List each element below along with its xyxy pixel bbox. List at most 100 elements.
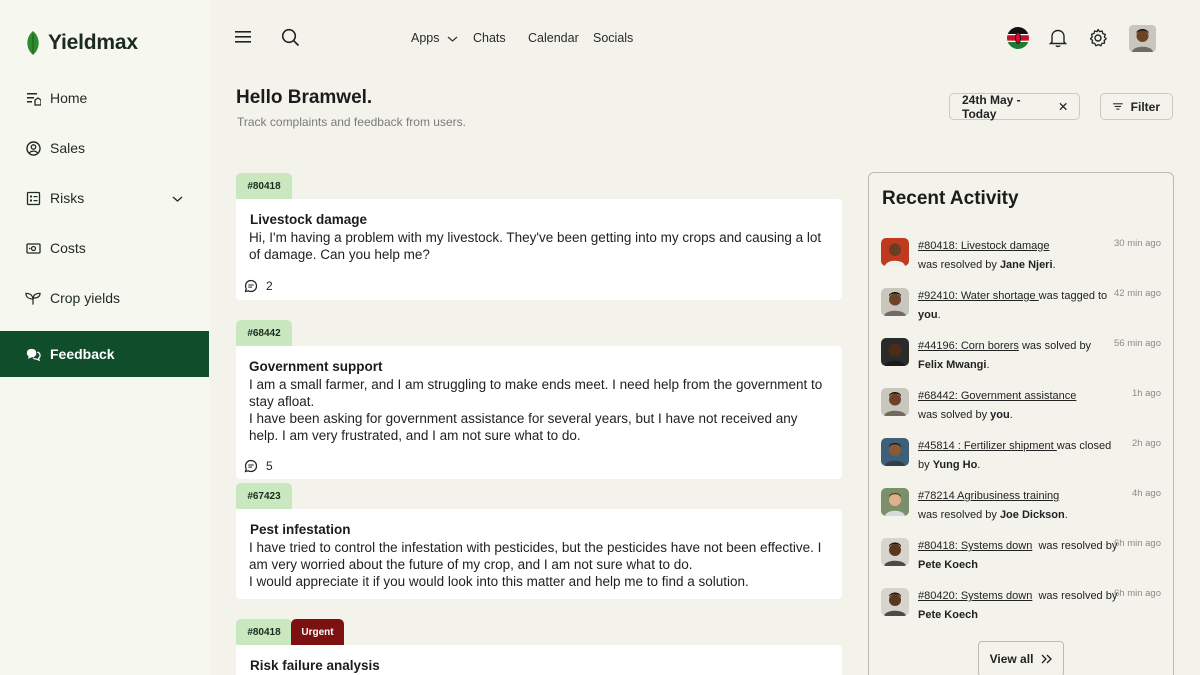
- close-icon[interactable]: [1059, 102, 1067, 111]
- avatar: [881, 438, 909, 466]
- feedback-card[interactable]: Government support I am a small farmer, …: [236, 346, 842, 479]
- activity-ticket-link[interactable]: #80418: Systems down: [918, 540, 1032, 552]
- comments-count[interactable]: 2: [244, 279, 273, 293]
- feedback-body: I have tried to control the infestation …: [249, 539, 824, 590]
- feedback-body-line: I am a small farmer, and I am struggling…: [249, 377, 823, 409]
- topnav-socials[interactable]: Socials: [593, 31, 633, 45]
- avatar-icon: [881, 438, 909, 466]
- sidebar-item-label: Sales: [50, 140, 86, 156]
- avatar-icon: [881, 238, 909, 266]
- activity-actor: Joe Dickson: [999, 509, 1065, 521]
- activity-ticket-link[interactable]: #92410: Water shortage: [918, 290, 1039, 302]
- page-subtitle: Track complaints and feedback from users…: [237, 115, 466, 129]
- activity-ticket-link[interactable]: #80418: Livestock damage: [918, 240, 1049, 252]
- activity-item: #80418: Systems down was resolved by Pet…: [881, 537, 1161, 577]
- comments-count[interactable]: 5: [244, 459, 273, 473]
- avatar-icon: [881, 288, 909, 316]
- topnav-chats[interactable]: Chats: [473, 31, 506, 45]
- date-range-filter[interactable]: 24th May - Today: [949, 92, 1080, 121]
- bell-icon: [1049, 29, 1067, 48]
- language-flag-button[interactable]: [1007, 27, 1029, 49]
- menu-button[interactable]: [234, 29, 252, 44]
- topnav-label: Socials: [593, 31, 634, 45]
- activity-action: was solved by: [1021, 340, 1092, 352]
- recent-activity-panel: Recent Activity #80418: Livestock damage…: [868, 172, 1174, 675]
- brand-logo[interactable]: Yieldmax: [26, 30, 138, 56]
- avatar: [881, 588, 909, 616]
- sidebar-item-label: Costs: [50, 240, 86, 256]
- sidebar-item-sales[interactable]: Sales: [0, 125, 209, 171]
- activity-time: 56 min ago: [1113, 338, 1161, 349]
- activity-action: was resolved by: [918, 259, 997, 271]
- user-circle-icon: [25, 140, 41, 156]
- activity-action: was solved by: [918, 409, 988, 421]
- sidebar-item-home[interactable]: Home: [0, 75, 209, 121]
- topnav-calendar[interactable]: Calendar: [528, 31, 579, 45]
- sidebar-item-costs[interactable]: Costs: [0, 225, 209, 271]
- hamburger-menu-icon: [235, 31, 251, 43]
- feedback-card[interactable]: Pest infestation I have tried to control…: [236, 509, 842, 599]
- feedback-body-line: I would appreciate it if you would look …: [249, 574, 749, 589]
- activity-actor: Jane Njeri: [999, 259, 1053, 271]
- activity-time: 1h ago: [1131, 388, 1161, 399]
- sprout-icon: [25, 290, 41, 306]
- activity-actor: you: [990, 409, 1010, 421]
- topnav-label: Chats: [473, 31, 506, 45]
- activity-ticket-link[interactable]: #68442: Government assistance: [918, 390, 1076, 402]
- activity-ticket-link[interactable]: #78214 Agribusiness training: [918, 490, 1059, 502]
- topnav-apps[interactable]: Apps: [411, 31, 459, 45]
- activity-time: 2h ago: [1131, 438, 1161, 449]
- feedback-card[interactable]: Risk failure analysis: [236, 645, 842, 675]
- date-range-label: 24th May - Today: [962, 92, 1021, 121]
- sidebar-item-risks[interactable]: Risks: [0, 175, 209, 221]
- activity-actor: Pete Koech: [918, 559, 978, 571]
- topnav-label: Apps: [411, 31, 440, 45]
- avatar-icon: [1129, 25, 1156, 52]
- chevron-down-icon: [447, 36, 457, 42]
- chat-bubbles-icon: [25, 346, 41, 362]
- activity-actor: you: [918, 309, 938, 321]
- feedback-body: Hi, I'm having a problem with my livesto…: [249, 230, 822, 262]
- feedback-body-line: I have tried to control the infestation …: [249, 540, 822, 572]
- ticket-id-tag: #80418: [236, 173, 292, 199]
- activity-time: 30 min ago: [1113, 238, 1161, 249]
- sidebar-item-feedback[interactable]: Feedback: [0, 331, 209, 377]
- double-chevron-right-icon: [1041, 654, 1053, 664]
- view-all-label: View all: [989, 652, 1034, 666]
- chevron-down-icon[interactable]: [172, 190, 183, 206]
- activity-time: 6h min ago: [1113, 588, 1161, 599]
- user-avatar[interactable]: [1129, 25, 1156, 52]
- activity-time: 6h min ago: [1113, 538, 1161, 549]
- activity-text: #44196: Corn borers was solved by Felix …: [918, 340, 1092, 371]
- activity-item: #80418: Livestock damage was resolved by…: [881, 237, 1161, 277]
- search-button[interactable]: [281, 28, 300, 47]
- activity-ticket-link[interactable]: #80420: Systems down: [918, 590, 1032, 602]
- activity-text: #80420: Systems down was resolved by Pet…: [918, 587, 1118, 625]
- activity-action: was resolved by: [918, 509, 997, 521]
- avatar: [881, 388, 909, 416]
- sidebar-item-crop-yields[interactable]: Crop yields: [0, 275, 209, 321]
- filter-button[interactable]: Filter: [1100, 93, 1173, 120]
- kenya-flag-icon: [1007, 27, 1029, 49]
- activity-text: #78214 Agribusiness training was resolve…: [918, 490, 1068, 521]
- ticket-id-tag: #67423: [236, 483, 292, 509]
- ticket-id-tag: #80418: [236, 619, 292, 645]
- activity-text: #68442: Government assistance was solved…: [918, 390, 1077, 421]
- activity-time: 42 min ago: [1113, 288, 1161, 299]
- brand-name: Yieldmax: [48, 31, 138, 54]
- feedback-card[interactable]: Livestock damage Hi, I'm having a proble…: [236, 199, 842, 300]
- activity-ticket-link[interactable]: #45814 : Fertilizer shipment: [918, 440, 1057, 452]
- activity-item: #68442: Government assistance was solved…: [881, 387, 1161, 427]
- view-all-button[interactable]: View all: [978, 641, 1064, 675]
- activity-actor: Pete Koech: [918, 609, 978, 621]
- activity-ticket-link[interactable]: #44196: Corn borers: [918, 340, 1019, 352]
- settings-button[interactable]: [1088, 28, 1108, 48]
- avatar-icon: [881, 388, 909, 416]
- page-title: Hello Bramwel.: [236, 87, 373, 108]
- activity-time: 4h ago: [1131, 488, 1161, 499]
- activity-text: #80418: Livestock damage was resolved by…: [918, 240, 1056, 271]
- notifications-button[interactable]: [1049, 28, 1067, 48]
- activity-text: #45814 : Fertilizer shipment was closed …: [918, 440, 1112, 471]
- comment-icon: [244, 279, 258, 293]
- feedback-title: Livestock damage: [250, 212, 368, 227]
